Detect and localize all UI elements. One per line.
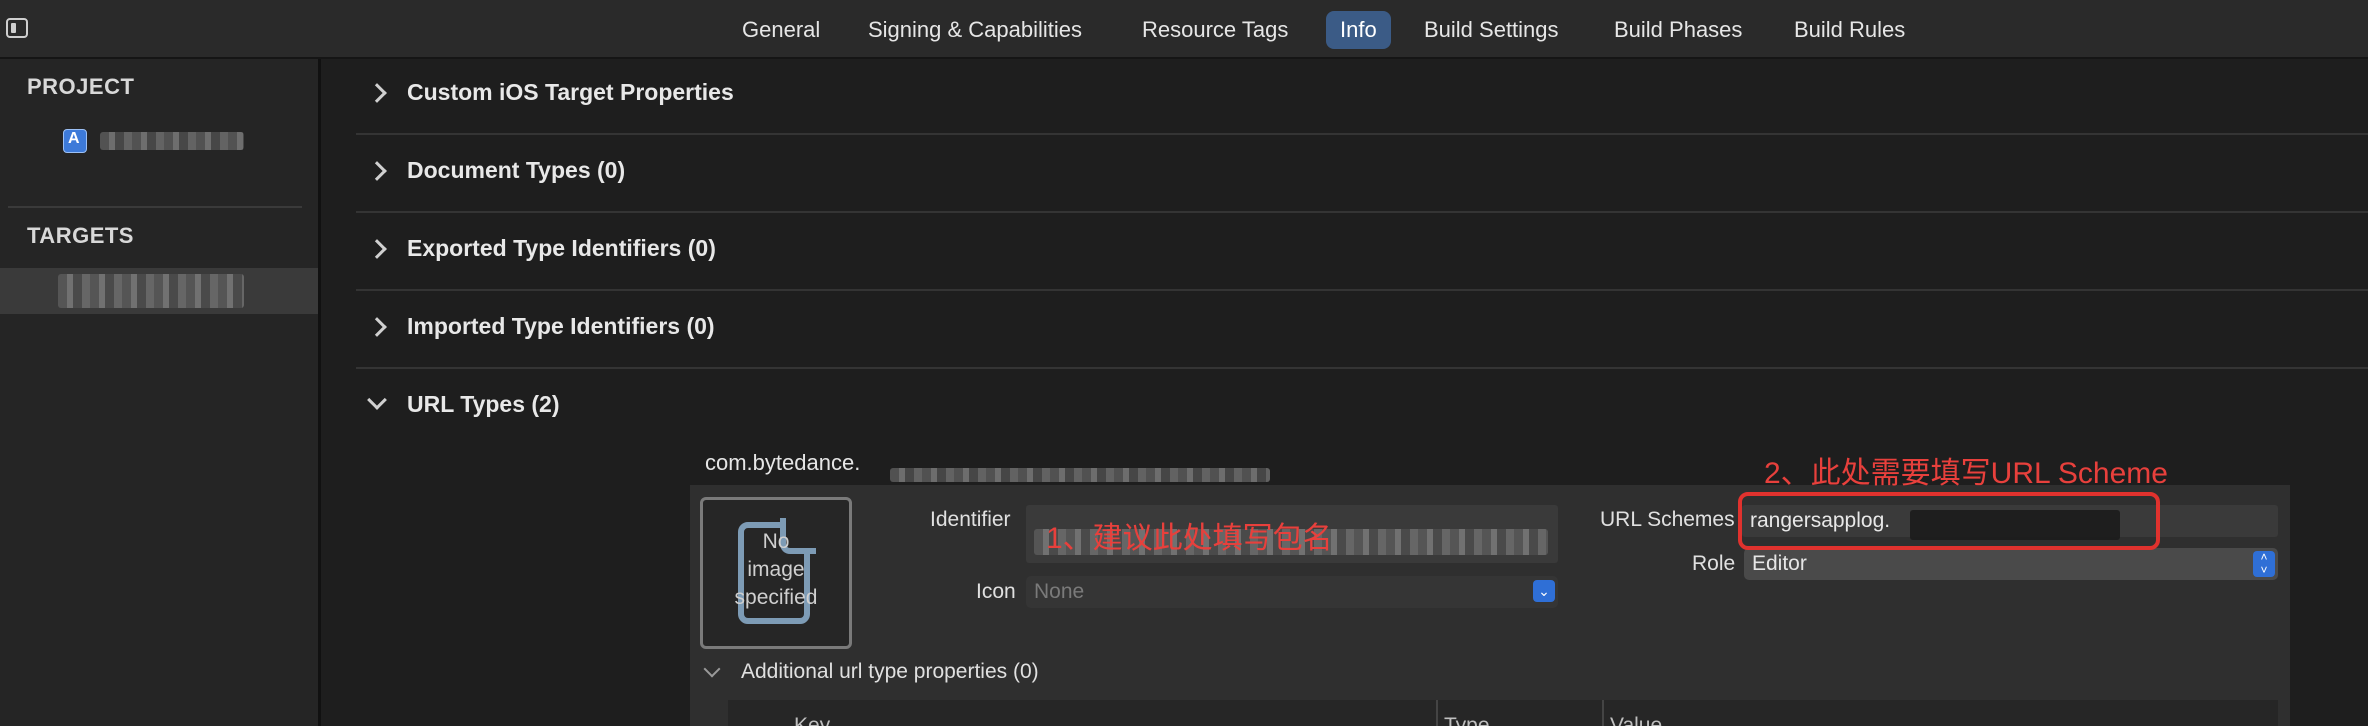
table-column-key[interactable]: Key <box>794 714 830 726</box>
project-header: PROJECT <box>27 74 135 99</box>
url-scheme-annotation: 2、此处需要填写URL Scheme <box>1764 457 2168 490</box>
url-type-name-redacted <box>890 468 1270 482</box>
disclosure-chevron-down-icon[interactable] <box>367 390 387 410</box>
tab-build-phases[interactable]: Build Phases <box>1600 11 1756 49</box>
column-separator[interactable] <box>1602 700 1604 726</box>
section-url-types[interactable]: URL Types (2) <box>356 369 2368 445</box>
up-down-stepper-icon: ˄ ˅ <box>2253 551 2275 577</box>
targets-header: TARGETS <box>27 223 134 248</box>
section-document-types[interactable]: Document Types (0) <box>356 135 2368 213</box>
section-custom-ios-target-properties[interactable]: Custom iOS Target Properties <box>356 57 2368 135</box>
url-schemes-label: URL Schemes <box>1600 508 1735 531</box>
xcode-project-icon <box>63 129 87 153</box>
icon-label: Icon <box>976 580 1016 603</box>
role-label: Role <box>1692 552 1736 575</box>
identifier-annotation: 1、建议此处填写包名 <box>1046 522 1333 555</box>
target-name-redacted <box>58 274 244 308</box>
tab-signing-capabilities[interactable]: Signing & Capabilities <box>854 11 1096 49</box>
tab-general[interactable]: General <box>728 11 834 49</box>
image-well-text-line: No <box>762 530 790 553</box>
role-popup[interactable]: Editor ˄ ˅ <box>1744 548 2278 580</box>
selected-target-row[interactable] <box>0 268 318 314</box>
url-type-image-well[interactable]: No image specified <box>700 497 852 649</box>
additional-properties-table-header: Key Type Value <box>728 700 2278 726</box>
sidebar-toggle-icon[interactable] <box>6 18 28 38</box>
image-well-text-line: image <box>747 558 805 581</box>
disclosure-chevron-right-icon[interactable] <box>367 83 387 103</box>
tab-build-rules[interactable]: Build Rules <box>1780 11 1919 49</box>
tab-info[interactable]: Info <box>1326 11 1391 49</box>
chevron-down-icon: ⌄ <box>1533 580 1555 602</box>
table-column-type[interactable]: Type <box>1444 714 1490 726</box>
project-target-navigator: PROJECT TARGETS <box>0 59 321 726</box>
icon-popup-value: None <box>1034 580 1085 603</box>
column-separator[interactable] <box>1436 700 1438 726</box>
section-exported-type-identifiers[interactable]: Exported Type Identifiers (0) <box>356 213 2368 291</box>
navigator-divider <box>8 206 302 208</box>
section-title: Imported Type Identifiers (0) <box>407 313 715 339</box>
identifier-label: Identifier <box>930 508 1011 531</box>
role-popup-value: Editor <box>1752 552 1807 575</box>
section-title: Exported Type Identifiers (0) <box>407 235 716 261</box>
tab-build-settings[interactable]: Build Settings <box>1410 11 1573 49</box>
disclosure-chevron-right-icon[interactable] <box>367 161 387 181</box>
disclosure-chevron-right-icon[interactable] <box>367 317 387 337</box>
url-type-name: com.bytedance. <box>705 450 861 475</box>
section-title: Document Types (0) <box>407 157 626 183</box>
editor-tab-bar: General Signing & Capabilities Resource … <box>0 0 2368 59</box>
tab-resource-tags[interactable]: Resource Tags <box>1128 11 1302 49</box>
icon-popup[interactable]: None ⌄ <box>1026 576 1558 608</box>
disclosure-chevron-right-icon[interactable] <box>367 239 387 259</box>
url-scheme-highlight-box <box>1738 492 2160 550</box>
section-imported-type-identifiers[interactable]: Imported Type Identifiers (0) <box>356 291 2368 369</box>
project-name-redacted[interactable] <box>100 132 244 150</box>
section-title: URL Types (2) <box>407 391 560 417</box>
table-column-value[interactable]: Value <box>1610 714 1662 726</box>
section-title: Custom iOS Target Properties <box>407 79 734 105</box>
image-well-text-line: specified <box>734 586 818 609</box>
additional-properties-label[interactable]: Additional url type properties (0) <box>741 660 1039 684</box>
